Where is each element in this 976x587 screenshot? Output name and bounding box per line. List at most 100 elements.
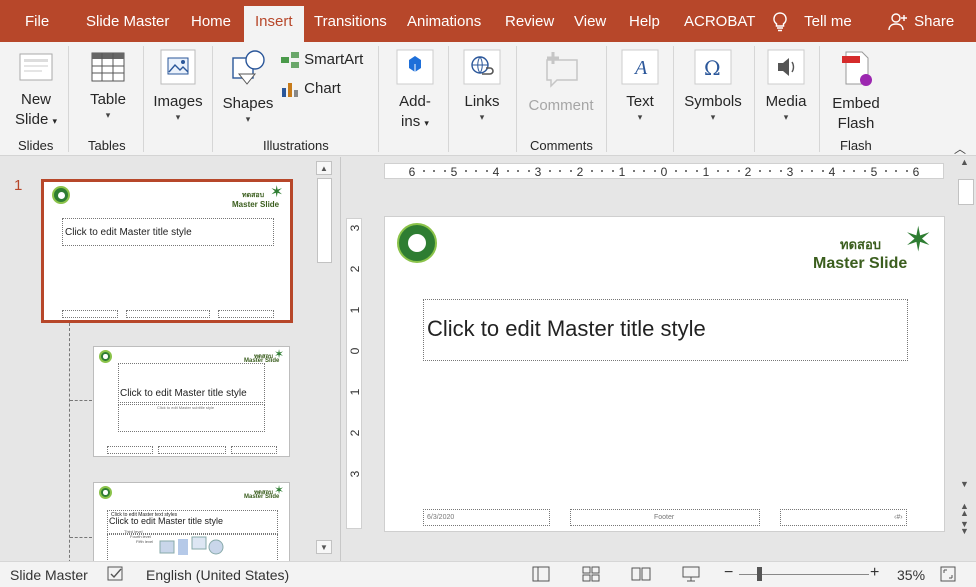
collapse-ribbon-icon[interactable]: ︿ <box>954 140 966 157</box>
date-text: 6/3/2020 <box>427 514 455 521</box>
thumb-master-slide-text: Master Slide <box>232 200 280 209</box>
svg-text:A: A <box>633 57 648 79</box>
scroll-up-icon[interactable]: ▲ <box>960 157 969 167</box>
tab-insert[interactable]: Insert <box>244 6 304 42</box>
media-button[interactable]: Media ▾ <box>762 48 810 122</box>
ruler-tick-mark <box>895 170 897 172</box>
new-slide-button[interactable]: New Slide ▾ <box>12 50 60 131</box>
ruler-tick-label: 3 <box>786 165 794 179</box>
ruler-tick-mark <box>601 170 603 172</box>
accessibility-icon[interactable] <box>106 565 126 586</box>
ruler-tick-label: 6 <box>408 165 416 179</box>
ruler-tick-label: 1 <box>348 306 362 314</box>
reading-view-icon[interactable] <box>631 565 651 586</box>
group-separator <box>606 46 607 152</box>
fit-to-window-icon[interactable] <box>939 565 957 586</box>
comment-button[interactable]: Comment <box>526 48 596 116</box>
scrollbar-thumb[interactable] <box>317 178 332 263</box>
ruler-tick-label: 1 <box>618 165 626 179</box>
links-label: Links <box>464 93 500 110</box>
images-label: Images <box>153 93 203 110</box>
zoom-in-icon[interactable]: + <box>870 564 879 582</box>
group-separator <box>212 46 213 152</box>
media-label: Media <box>765 93 807 110</box>
tab-slide-master[interactable]: Slide Master <box>86 0 169 42</box>
person-add-icon <box>888 13 907 31</box>
ruler-tick-label: 2 <box>348 265 362 273</box>
ruler-tick-label: 4 <box>492 165 500 179</box>
slide-scrollbar[interactable]: ▲ ▼ ▲ ▲ ▼ ▼ <box>956 157 976 561</box>
normal-view-icon[interactable] <box>531 565 551 586</box>
ruler-tick-label: 2 <box>576 165 584 179</box>
ruler-tick-mark <box>527 170 530 172</box>
share-button[interactable]: Share <box>888 0 954 42</box>
thumb-title-text: Click to edit Master title style <box>120 388 247 399</box>
group-separator <box>68 46 69 152</box>
tab-review[interactable]: Review <box>505 0 554 42</box>
next-slide-icon[interactable]: ▼ ▼ <box>960 520 969 536</box>
tab-animations[interactable]: Animations <box>407 0 481 42</box>
tab-view[interactable]: View <box>574 0 606 42</box>
ruler-tick-mark <box>422 170 425 172</box>
smartart-icon <box>281 52 299 69</box>
tab-file[interactable]: File <box>25 0 49 42</box>
tell-me-search[interactable]: Tell me <box>772 0 852 42</box>
shapes-button[interactable]: Shapes ▾ <box>222 48 274 124</box>
group-separator <box>516 46 517 152</box>
layout-thumbnail[interactable]: ✶ ทดสอบ Master Slide Click to edit Maste… <box>93 482 290 561</box>
images-button[interactable]: Images ▾ <box>152 48 204 122</box>
thumb-fifth-level: Fifth level <box>136 539 154 544</box>
ribbon-tabs: File Slide Master Home Insert Transition… <box>0 0 976 42</box>
slide-sorter-icon[interactable] <box>581 565 601 586</box>
links-button[interactable]: Links ▾ <box>458 48 506 122</box>
content-icons <box>159 536 224 555</box>
group-separator <box>754 46 755 152</box>
chart-label: Chart <box>304 80 341 97</box>
zoom-level[interactable]: 35% <box>897 567 925 583</box>
chevron-down-icon: ▾ <box>175 112 181 122</box>
ruler-tick-label: 6 <box>912 165 920 179</box>
ruler-tick-mark <box>653 170 656 172</box>
slide-number: 1 <box>14 177 23 194</box>
slideshow-icon[interactable] <box>681 565 701 586</box>
scroll-down-icon[interactable]: ▼ <box>960 479 969 489</box>
ruler-tick-mark <box>475 170 477 172</box>
zoom-slider-handle[interactable] <box>757 567 762 581</box>
zoom-out-icon[interactable]: − <box>724 564 733 582</box>
text-button[interactable]: A Text ▾ <box>614 48 666 122</box>
table-button[interactable]: Table ▾ <box>84 50 132 120</box>
previous-slide-icon[interactable]: ▲ ▲ <box>960 502 969 518</box>
logo-icon <box>52 186 70 204</box>
embed-flash-button[interactable]: Embed Flash <box>828 50 884 134</box>
layout-thumbnail[interactable]: ✶ ทดสอบ Master Slide Click to edit Maste… <box>93 346 290 457</box>
view-mode-label: Slide Master <box>10 567 88 583</box>
ruler-tick-mark <box>779 170 782 172</box>
ruler-tick-label: 2 <box>744 165 752 179</box>
scroll-down-icon[interactable]: ▼ <box>316 540 332 554</box>
thumbnail-scrollbar[interactable]: ▲ ▼ <box>314 157 334 561</box>
scroll-up-icon[interactable]: ▲ <box>316 161 332 175</box>
tab-transitions[interactable]: Transitions <box>314 0 387 42</box>
tab-help[interactable]: Help <box>629 0 660 42</box>
ruler-tick-mark <box>485 170 488 172</box>
symbols-button[interactable]: Ω Symbols ▾ <box>682 48 744 122</box>
language-label[interactable]: English (United States) <box>146 567 289 583</box>
ruler-tick-mark <box>590 170 593 172</box>
ruler-tick-label: 3 <box>534 165 542 179</box>
layout-connector <box>69 323 70 561</box>
ruler-tick-mark <box>517 170 519 172</box>
slide-canvas[interactable]: ✶ ทดสอบ Master Slide Click to edit Maste… <box>384 216 945 532</box>
pane-divider[interactable] <box>340 157 341 561</box>
slide-master-thumbnail[interactable]: ✶ ทดสอบ Master Slide Click to edit Maste… <box>41 179 293 323</box>
tab-acrobat[interactable]: ACROBAT <box>684 0 755 42</box>
slide-thumbnail-pane: 1 ✶ ทดสอบ Master Slide Click to edit Mas… <box>0 157 340 561</box>
addins-button[interactable]: Add- ins ▾ <box>391 48 439 133</box>
chart-button[interactable]: Chart <box>280 79 341 99</box>
ruler-tick-mark <box>737 170 740 172</box>
ruler-tick-label: 5 <box>870 165 878 179</box>
smartart-button[interactable]: SmartArt <box>280 50 363 70</box>
scrollbar-thumb[interactable] <box>958 179 974 205</box>
footer-text: Footer <box>654 514 675 521</box>
page-number-placeholder[interactable] <box>780 509 907 526</box>
tab-home[interactable]: Home <box>191 0 231 42</box>
